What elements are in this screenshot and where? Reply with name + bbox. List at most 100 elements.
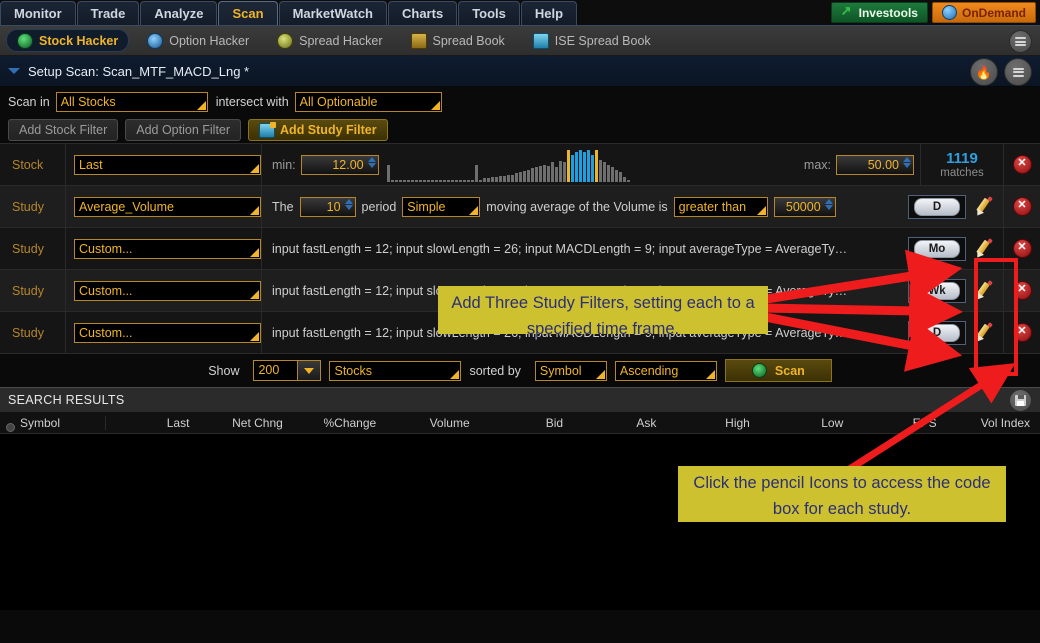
histogram-bar xyxy=(454,179,458,182)
histogram-bar xyxy=(606,164,610,182)
column-header-bid[interactable]: Bid xyxy=(480,416,573,430)
stock-hacker-label: Stock Hacker xyxy=(39,33,119,48)
moving-average-text: moving average of the Volume is xyxy=(486,199,668,214)
scan-in-select[interactable]: All Stocks xyxy=(55,92,208,112)
results-column-header: Symbol Last Net Chng %Change Volume Bid Ask Hig… xyxy=(0,412,1040,434)
delete-icon[interactable]: ✕ xyxy=(1012,197,1032,216)
row-name-cell: Last xyxy=(66,144,262,185)
timeframe-button[interactable]: D xyxy=(908,320,966,345)
column-header-symbol[interactable]: Symbol xyxy=(0,415,106,432)
save-disk-icon xyxy=(1015,395,1026,406)
row-name-cell: Custom... xyxy=(66,270,262,311)
pencil-icon[interactable] xyxy=(974,237,994,260)
scan-sub-toolbar: Stock Hacker Option Hacker Spread Hacker… xyxy=(0,26,1040,56)
hot-scan-button[interactable]: 🔥 xyxy=(970,58,998,86)
column-header-low[interactable]: Low xyxy=(760,416,853,430)
histogram-bar xyxy=(582,151,586,182)
column-header-ask[interactable]: Ask xyxy=(573,416,666,430)
histogram-bar xyxy=(434,179,438,182)
histogram-range-handle[interactable] xyxy=(566,149,570,182)
min-value: 12.00 xyxy=(332,157,364,172)
study-select[interactable]: Average_Volume xyxy=(74,196,261,217)
histogram-bar xyxy=(590,154,594,182)
setup-bar-buttons: 🔥 xyxy=(970,58,1032,86)
add-study-filter-button[interactable]: Add Study Filter xyxy=(248,119,388,141)
results-body xyxy=(0,434,1040,610)
intersect-with-select[interactable]: All Optionable xyxy=(294,92,442,112)
menu-tab-scan[interactable]: Scan xyxy=(218,1,278,25)
menu-tab-analyze[interactable]: Analyze xyxy=(140,1,218,25)
sidebar-item-spread-hacker[interactable]: Spread Hacker xyxy=(267,30,392,51)
sidebar-item-option-hacker[interactable]: Option Hacker xyxy=(137,30,259,51)
setup-menu-button[interactable] xyxy=(1004,58,1032,86)
sidebar-item-stock-hacker[interactable]: Stock Hacker xyxy=(6,29,130,52)
matches-count: 1119 xyxy=(946,150,978,167)
sidebar-item-spread-book[interactable]: Spread Book xyxy=(401,30,515,51)
histogram-bar xyxy=(626,179,630,182)
show-count-select[interactable]: 200 xyxy=(253,360,322,381)
stepper-arrows-icon xyxy=(367,156,376,168)
column-header-last[interactable]: Last xyxy=(106,416,199,430)
menu-tab-tools[interactable]: Tools xyxy=(458,1,520,25)
histogram-bar xyxy=(622,176,626,182)
show-type-select[interactable]: Stocks xyxy=(329,360,462,381)
column-header-net-chng[interactable]: Net Chng xyxy=(199,416,292,430)
brand-buttons: Investools OnDemand xyxy=(830,2,1036,23)
annotation-study-filters: Add Three Study Filters, setting each to… xyxy=(438,286,768,338)
scan-in-row: Scan in All Stocks intersect with All Op… xyxy=(0,87,1040,117)
column-header--change[interactable]: %Change xyxy=(293,416,386,430)
search-results-header: SEARCH RESULTS xyxy=(0,387,1040,412)
study-select[interactable]: Custom... xyxy=(74,322,261,343)
column-header-volume[interactable]: Volume xyxy=(386,416,479,430)
row-name-cell: Custom... xyxy=(66,312,262,353)
timeframe-button[interactable]: Mo xyxy=(908,236,966,261)
menu-tab-monitor[interactable]: Monitor xyxy=(0,1,76,25)
scan-button[interactable]: Scan xyxy=(724,359,832,382)
spread-hacker-icon xyxy=(277,32,294,49)
delete-icon[interactable]: ✕ xyxy=(1012,239,1032,258)
histogram-bar xyxy=(570,154,574,182)
thinkorswim-scan-window: Monitor Trade Analyze Scan MarketWatch C… xyxy=(0,0,1040,643)
study-select[interactable]: Custom... xyxy=(74,280,261,301)
menu-tab-help[interactable]: Help xyxy=(520,1,578,25)
comparison-select[interactable]: greater than xyxy=(673,196,768,217)
save-results-button[interactable] xyxy=(1009,389,1032,412)
threshold-stepper[interactable]: 50000 xyxy=(773,196,836,217)
add-stock-filter-button[interactable]: Add Stock Filter xyxy=(8,119,119,141)
histogram-bar xyxy=(462,179,466,182)
scan-go-icon xyxy=(751,363,767,378)
investools-button[interactable]: Investools xyxy=(830,2,928,23)
add-option-filter-button[interactable]: Add Option Filter xyxy=(125,119,242,141)
histogram-range-handle[interactable] xyxy=(594,149,598,182)
caret-down-icon[interactable] xyxy=(8,68,20,74)
max-value: 50.00 xyxy=(867,157,899,172)
distribution-histogram[interactable] xyxy=(386,148,796,182)
column-header-eps[interactable]: EPS xyxy=(853,416,946,430)
timeframe-button[interactable]: Wk xyxy=(908,278,966,303)
period-stepper[interactable]: 10 xyxy=(299,196,356,217)
histogram-bar xyxy=(574,151,578,182)
column-header-vol-index[interactable]: Vol Index xyxy=(947,416,1040,430)
study-select[interactable]: Custom... xyxy=(74,238,261,259)
column-header-high[interactable]: High xyxy=(666,416,759,430)
pencil-icon[interactable] xyxy=(974,195,994,218)
menu-tab-trade[interactable]: Trade xyxy=(76,1,140,25)
sidebar-item-ise-spread-book[interactable]: ISE Spread Book xyxy=(523,30,661,51)
menu-tab-marketwatch[interactable]: MarketWatch xyxy=(278,1,387,25)
stepper-arrows-icon xyxy=(344,198,353,210)
min-label: min: xyxy=(272,157,296,172)
histogram-bar xyxy=(486,177,490,182)
delete-icon[interactable]: ✕ xyxy=(1012,155,1032,174)
menu-tab-charts[interactable]: Charts xyxy=(388,1,458,25)
sort-field-select[interactable]: Symbol xyxy=(534,360,607,381)
sort-direction-select[interactable]: Ascending xyxy=(614,360,717,381)
row-body: input fastLength = 12; input slowLength … xyxy=(262,228,899,269)
min-value-stepper[interactable]: 12.00 xyxy=(300,154,379,175)
ondemand-button[interactable]: OnDemand xyxy=(931,2,1036,23)
timeframe-button[interactable]: D xyxy=(908,194,966,219)
stock-filter-select[interactable]: Last xyxy=(74,154,261,175)
histogram-bar xyxy=(558,160,562,182)
max-value-stepper[interactable]: 50.00 xyxy=(836,154,914,175)
subtoolbar-menu-button[interactable] xyxy=(1009,30,1032,53)
average-type-select[interactable]: Simple xyxy=(402,196,481,217)
